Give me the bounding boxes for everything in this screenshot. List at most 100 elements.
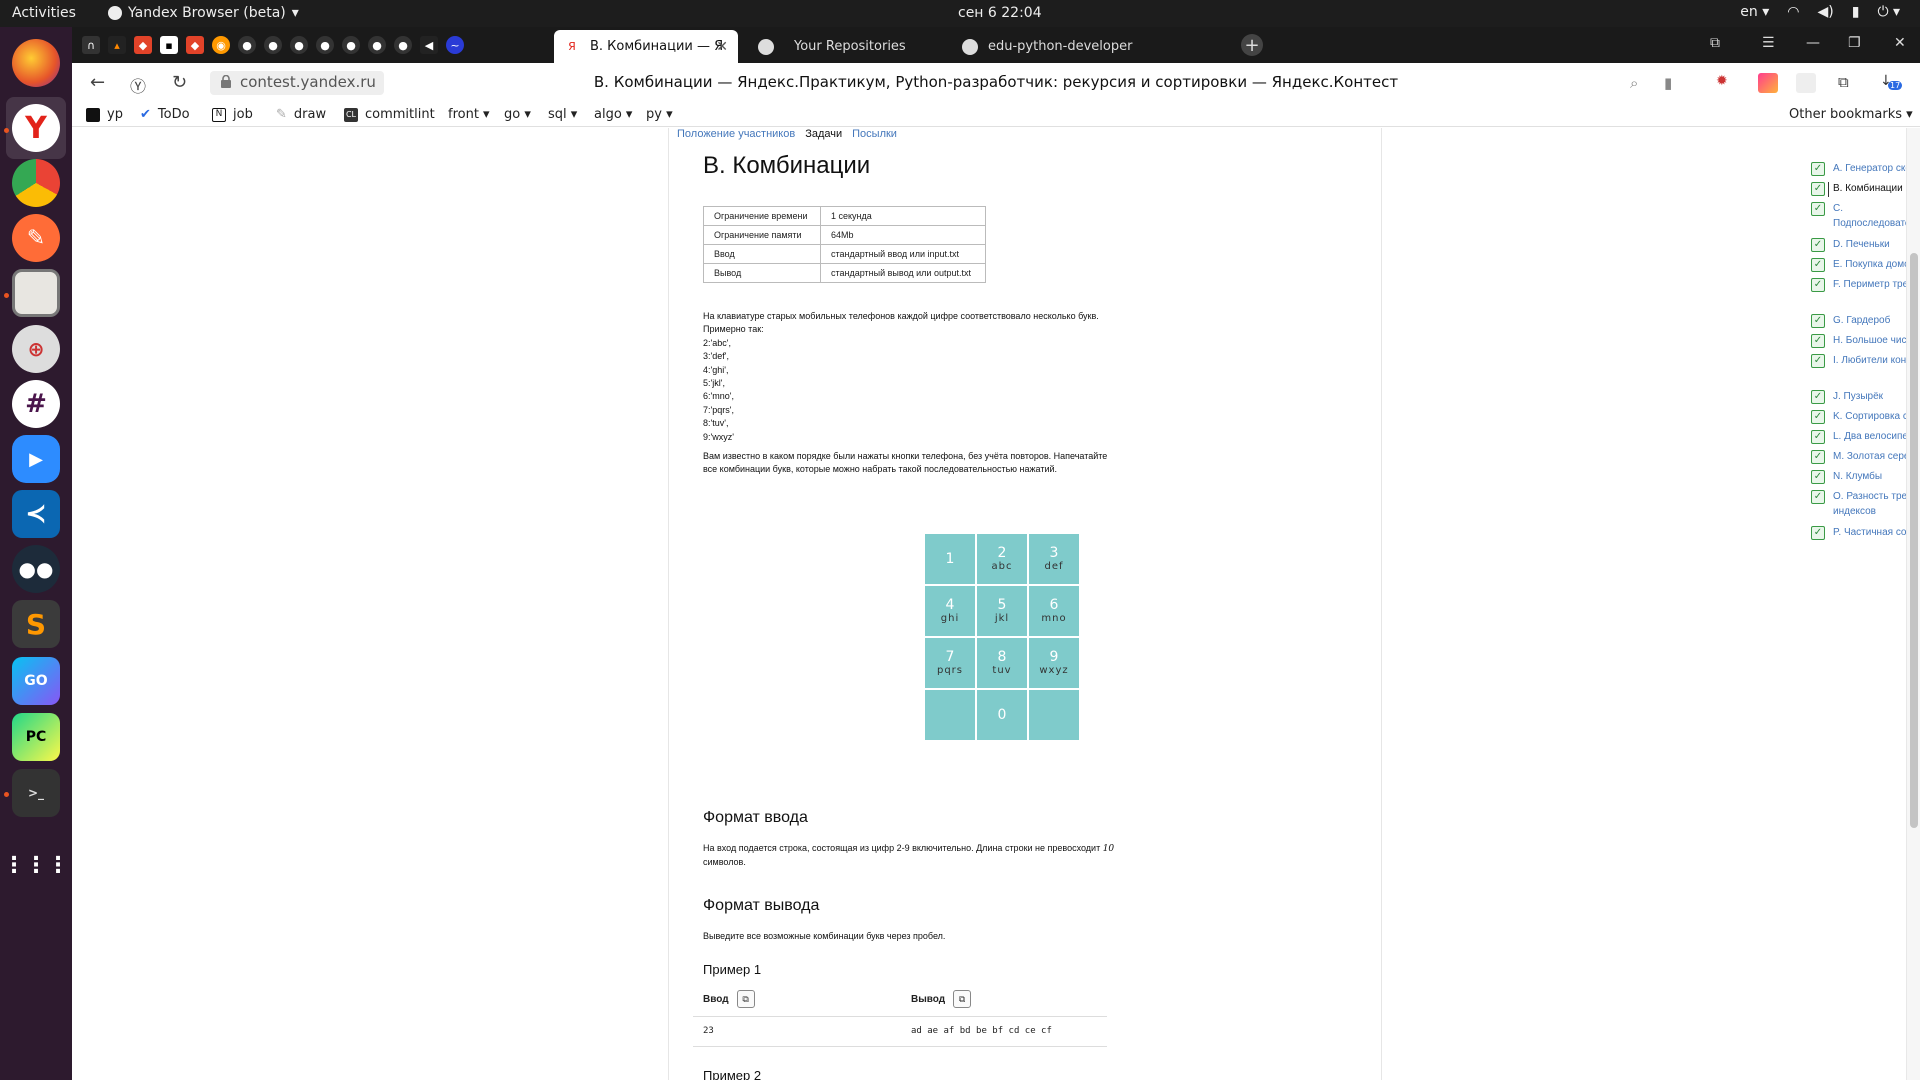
app-menu[interactable]: Yandex Browser (beta) ▾ xyxy=(108,5,299,21)
bookmark-folder-sql[interactable]: sql ▾ xyxy=(548,107,577,122)
limit-name: Ограничение памяти xyxy=(703,225,821,245)
list-item[interactable]: ✓ E. Покупка домов xyxy=(1811,258,1920,273)
list-item[interactable]: ✓C. Подпоследовательность xyxy=(1811,202,1920,231)
files-icon[interactable] xyxy=(12,269,60,317)
terminal-icon[interactable]: >_ xyxy=(12,769,60,817)
list-item[interactable]: ✓ B. Комбинации xyxy=(1811,182,1920,197)
slack-icon[interactable]: # xyxy=(12,380,60,428)
pycharm-icon[interactable]: PC xyxy=(12,713,60,761)
bookmark-label: go ▾ xyxy=(504,107,531,122)
page-scrollbar[interactable] xyxy=(1906,128,1920,1080)
bookmark-folder-algo[interactable]: algo ▾ xyxy=(594,107,632,122)
github-icon[interactable]: ● xyxy=(316,36,334,54)
list-item[interactable]: ✓ D. Печеньки xyxy=(1811,238,1920,253)
clock[interactable]: сен 6 22:04 xyxy=(958,5,1042,21)
dbeaver-icon[interactable]: ●● xyxy=(12,545,60,593)
list-item[interactable]: ✓ J. Пузырёк xyxy=(1811,390,1920,405)
github-icon[interactable]: ● xyxy=(290,36,308,54)
new-tab-button[interactable]: + xyxy=(1241,34,1263,56)
other-bookmarks[interactable]: Other bookmarks ▾ xyxy=(1789,107,1913,122)
key-digit: 6 xyxy=(1049,597,1059,613)
search-icon[interactable]: ⌕ xyxy=(1630,74,1638,92)
list-item[interactable]: ✓ N. Клумбы xyxy=(1811,470,1920,485)
sublime-icon[interactable]: S xyxy=(12,600,60,648)
back-button[interactable]: ← xyxy=(90,72,105,93)
tab-active-combinations[interactable]: Я В. Комбинации — Янд ✕ xyxy=(554,30,738,63)
list-item[interactable]: ✓F. Периметр треугольника xyxy=(1811,278,1920,293)
bookmark-folder-front[interactable]: front ▾ xyxy=(448,107,490,122)
tab-standings[interactable]: Положение участников xyxy=(677,128,795,140)
list-item[interactable]: ✓ A. Генератор скобок xyxy=(1811,162,1920,177)
list-item[interactable]: ✓I. Любители конференций xyxy=(1811,354,1920,369)
key-digit: 4 xyxy=(945,597,955,613)
output-format-text: Выведите все возможные комбинации букв ч… xyxy=(703,931,946,941)
minimize-button[interactable]: — xyxy=(1806,35,1820,51)
bookmark-job[interactable]: Njob xyxy=(212,107,253,122)
vscode-icon[interactable]: ≺ xyxy=(12,490,60,538)
tabs-menu-icon[interactable]: ⧉ xyxy=(1710,35,1720,51)
close-window-button[interactable]: ✕ xyxy=(1894,35,1906,51)
pinned-tab-icon[interactable]: ▪ xyxy=(160,36,178,54)
bookmark-commitlint[interactable]: CL commitlint xyxy=(344,107,435,122)
pinned-tab-icon[interactable]: ∩ xyxy=(82,36,100,54)
github-icon[interactable]: ● xyxy=(264,36,282,54)
github-icon[interactable]: ● xyxy=(238,36,256,54)
list-item[interactable]: ✓M. Золотая середина xyxy=(1811,450,1920,465)
close-icon[interactable]: ✕ xyxy=(716,39,728,55)
bookmark-folder-go[interactable]: go ▾ xyxy=(504,107,531,122)
list-item[interactable]: ✓P. Частичная сортировка xyxy=(1811,526,1920,541)
pinned-tab-icon[interactable]: ~ xyxy=(446,36,464,54)
url-field[interactable]: contest.yandex.ru xyxy=(210,71,384,95)
battery-icon[interactable]: ▮ xyxy=(1852,4,1860,20)
extension-icon[interactable] xyxy=(1796,73,1816,93)
chrome-icon[interactable] xyxy=(12,159,60,207)
tab-your-repositories[interactable]: Your Repositories xyxy=(748,30,938,63)
tab-problems[interactable]: Задачи xyxy=(805,128,842,140)
volume-icon[interactable]: ◀) xyxy=(1817,4,1833,20)
reload-button[interactable]: ↻ xyxy=(172,72,187,93)
list-item[interactable]: ✓ G. Гардероб xyxy=(1811,314,1920,329)
pinned-tab-icon[interactable]: ▴ xyxy=(108,36,126,54)
list-item[interactable]: ✓ L. Два велосипеда xyxy=(1811,430,1920,445)
power-icon[interactable]: ⏻ ▾ xyxy=(1877,4,1900,20)
tab-edu-python-developer[interactable]: edu-python-developer xyxy=(952,30,1182,63)
bookmark-folder-py[interactable]: py ▾ xyxy=(646,107,673,122)
audio-tab-icon[interactable]: ◀ xyxy=(420,36,438,54)
restore-button[interactable]: ❐ xyxy=(1848,35,1861,51)
copy-icon[interactable]: ⧉ xyxy=(953,990,972,1008)
gitlab-tab-icon[interactable]: ◆ xyxy=(186,36,204,54)
language-indicator[interactable]: en ▾ xyxy=(1740,4,1769,20)
yandex-home-icon[interactable]: Ⓨ xyxy=(130,73,146,97)
github-icon[interactable]: ● xyxy=(394,36,412,54)
bookmark-icon[interactable]: ▮ xyxy=(1664,74,1672,92)
browser-menu-icon[interactable]: ☰ xyxy=(1762,35,1775,51)
wifi-icon[interactable]: ◠ xyxy=(1787,4,1799,20)
list-item[interactable]: ✓ H. Большое число xyxy=(1811,334,1920,349)
list-item[interactable]: ✓K. Сортировка слиянием xyxy=(1811,410,1920,425)
collections-icon[interactable]: ⧉ xyxy=(1838,73,1858,93)
scrollbar-thumb[interactable] xyxy=(1910,253,1918,828)
gitlab-tab-icon[interactable]: ◆ xyxy=(134,36,152,54)
firefox-icon[interactable] xyxy=(12,39,60,87)
tab-submissions[interactable]: Посылки xyxy=(852,128,897,140)
settings-app-icon[interactable]: ⊕ xyxy=(12,325,60,373)
yandex-browser-dock-icon[interactable]: Y xyxy=(12,104,60,152)
zoom-icon[interactable]: ▶ xyxy=(12,435,60,483)
bookmark-draw[interactable]: ✎ draw xyxy=(276,107,326,122)
github-icon[interactable]: ● xyxy=(368,36,386,54)
bookmark-todo[interactable]: ✔ ToDo xyxy=(140,107,190,122)
postman-icon[interactable]: ✎ xyxy=(12,214,60,262)
list-item[interactable]: ✓ O. Разность треш-индексов xyxy=(1811,490,1920,519)
downloads-icon[interactable]: ↓ 17 xyxy=(1880,73,1903,93)
pinned-tab-icon[interactable]: ◉ xyxy=(212,36,230,54)
github-icon[interactable]: ● xyxy=(342,36,360,54)
bookmark-yp[interactable]: yp xyxy=(86,107,123,122)
ladybug-extension-icon[interactable]: ✹ xyxy=(1716,73,1736,93)
running-dot xyxy=(4,128,9,133)
extension-icon[interactable] xyxy=(1758,73,1778,93)
goland-icon[interactable]: GO xyxy=(12,657,60,705)
system-tray[interactable]: en ▾ ◠ ◀) ▮ ⏻ ▾ xyxy=(1740,4,1900,20)
copy-icon[interactable]: ⧉ xyxy=(736,990,755,1008)
show-apps-icon[interactable]: ⋮⋮⋮ xyxy=(3,841,69,889)
activities-button[interactable]: Activities xyxy=(12,5,76,21)
